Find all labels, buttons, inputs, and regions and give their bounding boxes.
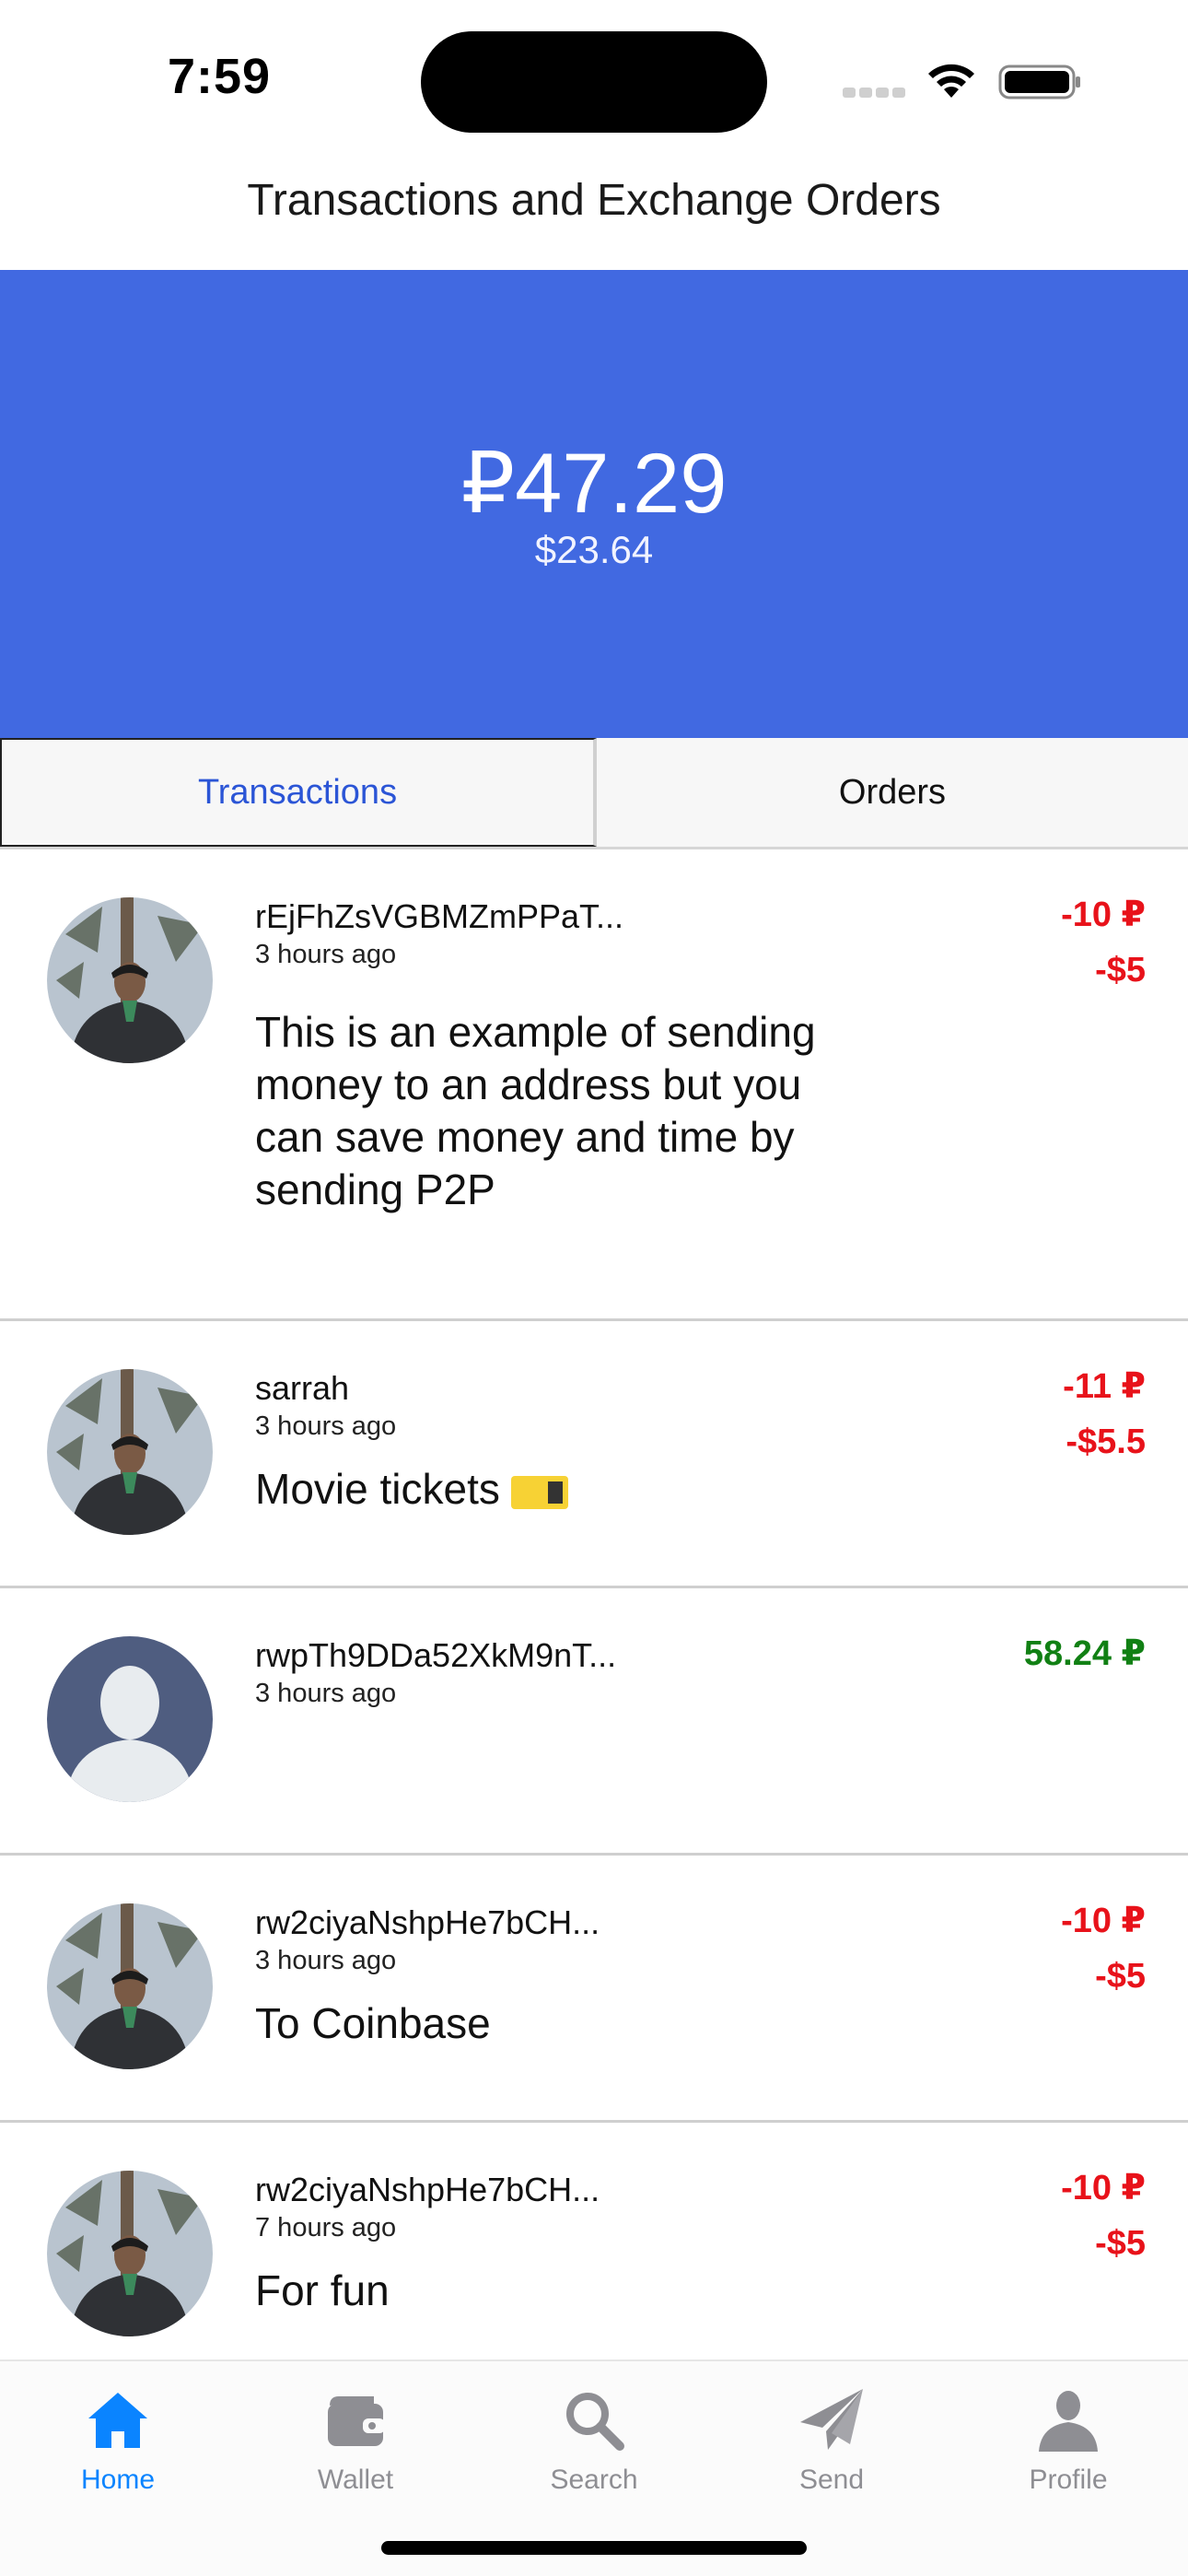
transaction-row[interactable]: rEjFhZsVGBMZmPPaT... 3 hours ago This is…: [0, 849, 1188, 1321]
transaction-name: rwpTh9DDa52XkM9nT...: [255, 1636, 617, 1674]
tabbar-label: Home: [80, 2465, 156, 2495]
tabbar-home[interactable]: Home: [35, 2378, 201, 2496]
transaction-fiat-amount: -$5: [1095, 951, 1146, 989]
cellular-signal-icon: [843, 86, 909, 99]
avatar: [47, 1369, 213, 1535]
transaction-name: rEjFhZsVGBMZmPPaT...: [255, 897, 624, 935]
transaction-row[interactable]: sarrah 3 hours ago Movie tickets -11 ₽ -…: [0, 1321, 1188, 1588]
ticket-icon: [510, 1475, 568, 1509]
transaction-time: 7 hours ago: [255, 2213, 397, 2242]
transaction-fiat-amount: -$5: [1095, 2224, 1146, 2263]
send-icon: [800, 2389, 863, 2450]
home-icon: [88, 2393, 147, 2448]
transaction-memo: This is an example of sending money to a…: [255, 1008, 816, 1213]
tabbar-wallet[interactable]: Wallet: [273, 2378, 438, 2496]
balance-banner: ₽47.29 $23.64: [0, 270, 1188, 738]
transaction-name: sarrah: [255, 1369, 350, 1407]
tab-transactions[interactable]: Transactions: [0, 738, 597, 847]
segmented-tabs: Transactions Orders: [0, 738, 1188, 849]
avatar: [47, 897, 213, 1063]
transaction-time: 3 hours ago: [255, 940, 397, 969]
transaction-list: rEjFhZsVGBMZmPPaT... 3 hours ago This is…: [0, 849, 1188, 2390]
tabbar-label: Wallet: [317, 2465, 394, 2495]
status-bar: 7:59: [0, 0, 1188, 147]
home-indicator: [381, 2541, 807, 2555]
transaction-name: rw2ciyaNshpHe7bCH...: [255, 1903, 600, 1941]
transaction-time: 3 hours ago: [255, 1679, 397, 1708]
search-icon: [566, 2393, 624, 2451]
battery-icon: [998, 64, 1080, 100]
wifi-icon: [928, 64, 974, 98]
transaction-time: 3 hours ago: [255, 1411, 397, 1441]
transaction-fiat-amount: -$5.5: [1066, 1423, 1146, 1461]
profile-icon: [1039, 2391, 1098, 2452]
transaction-row[interactable]: rw2ciyaNshpHe7bCH... 7 hours ago For fun…: [0, 2123, 1188, 2390]
transaction-amount: -10 ₽: [1061, 896, 1146, 934]
transaction-amount: -11 ₽: [1063, 1367, 1146, 1406]
transaction-row[interactable]: rwpTh9DDa52XkM9nT... 3 hours ago 58.24 ₽: [0, 1588, 1188, 1856]
transaction-amount: -10 ₽: [1061, 1902, 1146, 1940]
tabbar-profile[interactable]: Profile: [985, 2378, 1151, 2496]
dynamic-island: [421, 31, 767, 133]
tabbar-send[interactable]: Send: [749, 2378, 914, 2496]
status-time: 7:59: [168, 49, 272, 104]
tabbar-label: Search: [550, 2465, 638, 2495]
avatar-placeholder: [47, 1636, 213, 1802]
memo-text: Movie tickets: [255, 1465, 500, 1513]
transaction-memo: For fun: [255, 2266, 390, 2314]
transaction-row[interactable]: rw2ciyaNshpHe7bCH... 3 hours ago To Coin…: [0, 1856, 1188, 2123]
app-screen: 7:59 Transactions and Exchange Orders ₽4…: [0, 0, 1188, 2576]
page-title: Transactions and Exchange Orders: [247, 176, 941, 225]
avatar: [47, 2171, 213, 2336]
balance-amount: ₽47.29: [460, 437, 728, 531]
transaction-amount: 58.24 ₽: [1023, 1634, 1146, 1673]
transaction-time: 3 hours ago: [255, 1946, 397, 1975]
transaction-memo: To Coinbase: [255, 1999, 491, 2047]
transaction-amount: -10 ₽: [1061, 2169, 1146, 2207]
balance-fiat: $23.64: [534, 528, 654, 571]
tabbar-label: Send: [798, 2465, 865, 2495]
transaction-fiat-amount: -$5: [1095, 1957, 1146, 1996]
tab-orders[interactable]: Orders: [597, 738, 1188, 847]
transaction-name: rw2ciyaNshpHe7bCH...: [255, 2171, 600, 2208]
wallet-icon: [328, 2396, 385, 2446]
avatar: [47, 1903, 213, 2069]
tabbar-label: Profile: [1029, 2465, 1108, 2495]
transaction-memo: Movie tickets: [255, 1463, 863, 1516]
tabbar-search[interactable]: Search: [511, 2378, 677, 2496]
